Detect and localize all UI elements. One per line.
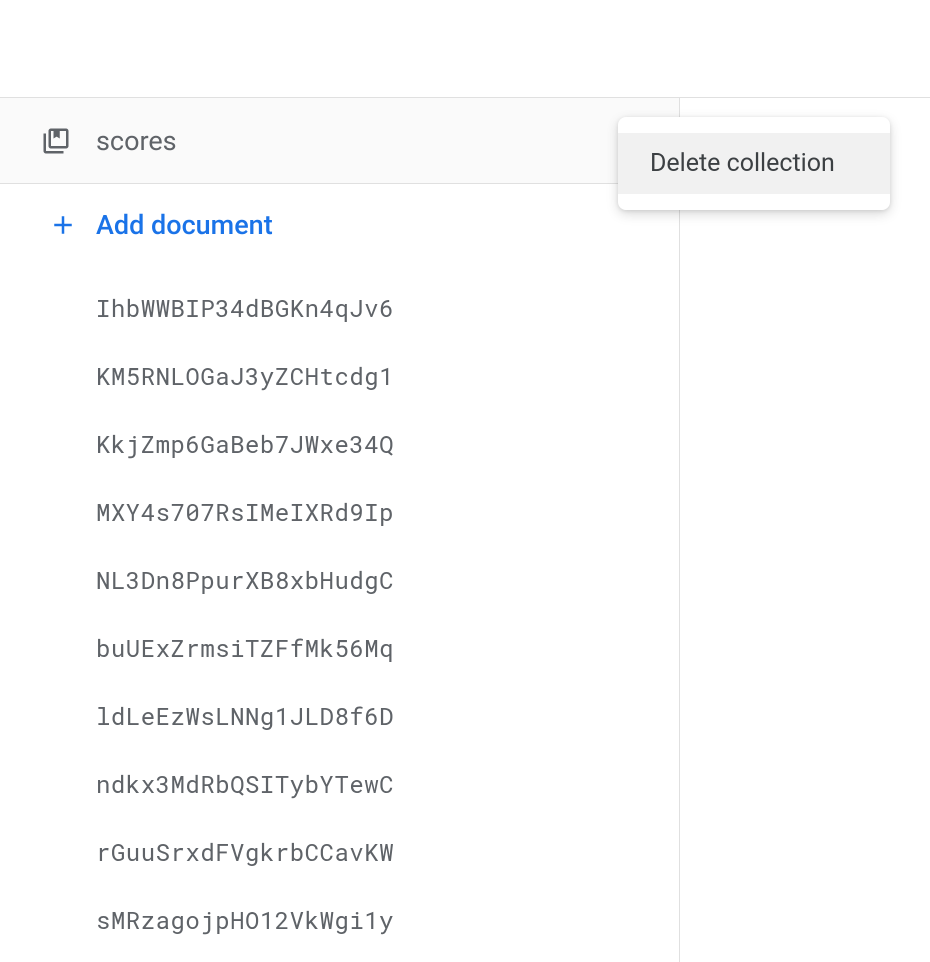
document-item[interactable]: KM5RNLOGaJ3yZCHtcdg1 bbox=[0, 342, 679, 410]
document-item[interactable]: MXY4s707RsIMeIXRd9Ip bbox=[0, 478, 679, 546]
context-menu: Delete collection bbox=[618, 117, 890, 210]
collection-header: scores bbox=[0, 98, 679, 184]
document-item[interactable]: buUExZrmsiTZFfMk56Mq bbox=[0, 614, 679, 682]
document-item[interactable]: rGuuSrxdFVgkrbCCavKW bbox=[0, 818, 679, 886]
document-item[interactable]: IhbWWBIP34dBGKn4qJv6 bbox=[0, 274, 679, 342]
document-item[interactable]: ndkx3MdRbQSITybYTewC bbox=[0, 750, 679, 818]
add-document-label: Add document bbox=[96, 209, 273, 241]
plus-icon bbox=[46, 208, 80, 242]
top-spacer bbox=[0, 0, 930, 98]
document-item[interactable]: KkjZmp6GaBeb7JWxe34Q bbox=[0, 410, 679, 478]
main-container: scores Add document IhbWWBIP34dBGKn4qJv6… bbox=[0, 98, 930, 962]
collection-icon bbox=[38, 123, 74, 159]
document-item[interactable]: ldLeEzWsLNNg1JLD8f6D bbox=[0, 682, 679, 750]
add-document-button[interactable]: Add document bbox=[0, 184, 679, 266]
delete-collection-menu-item[interactable]: Delete collection bbox=[618, 133, 890, 194]
collection-panel: scores Add document IhbWWBIP34dBGKn4qJv6… bbox=[0, 98, 680, 962]
document-item[interactable]: NL3Dn8PpurXB8xbHudgC bbox=[0, 546, 679, 614]
right-panel bbox=[680, 98, 930, 962]
document-list: IhbWWBIP34dBGKn4qJv6 KM5RNLOGaJ3yZCHtcdg… bbox=[0, 266, 679, 962]
collection-name: scores bbox=[96, 125, 615, 157]
document-item[interactable]: sMRzagojpHO12VkWgi1y bbox=[0, 886, 679, 954]
